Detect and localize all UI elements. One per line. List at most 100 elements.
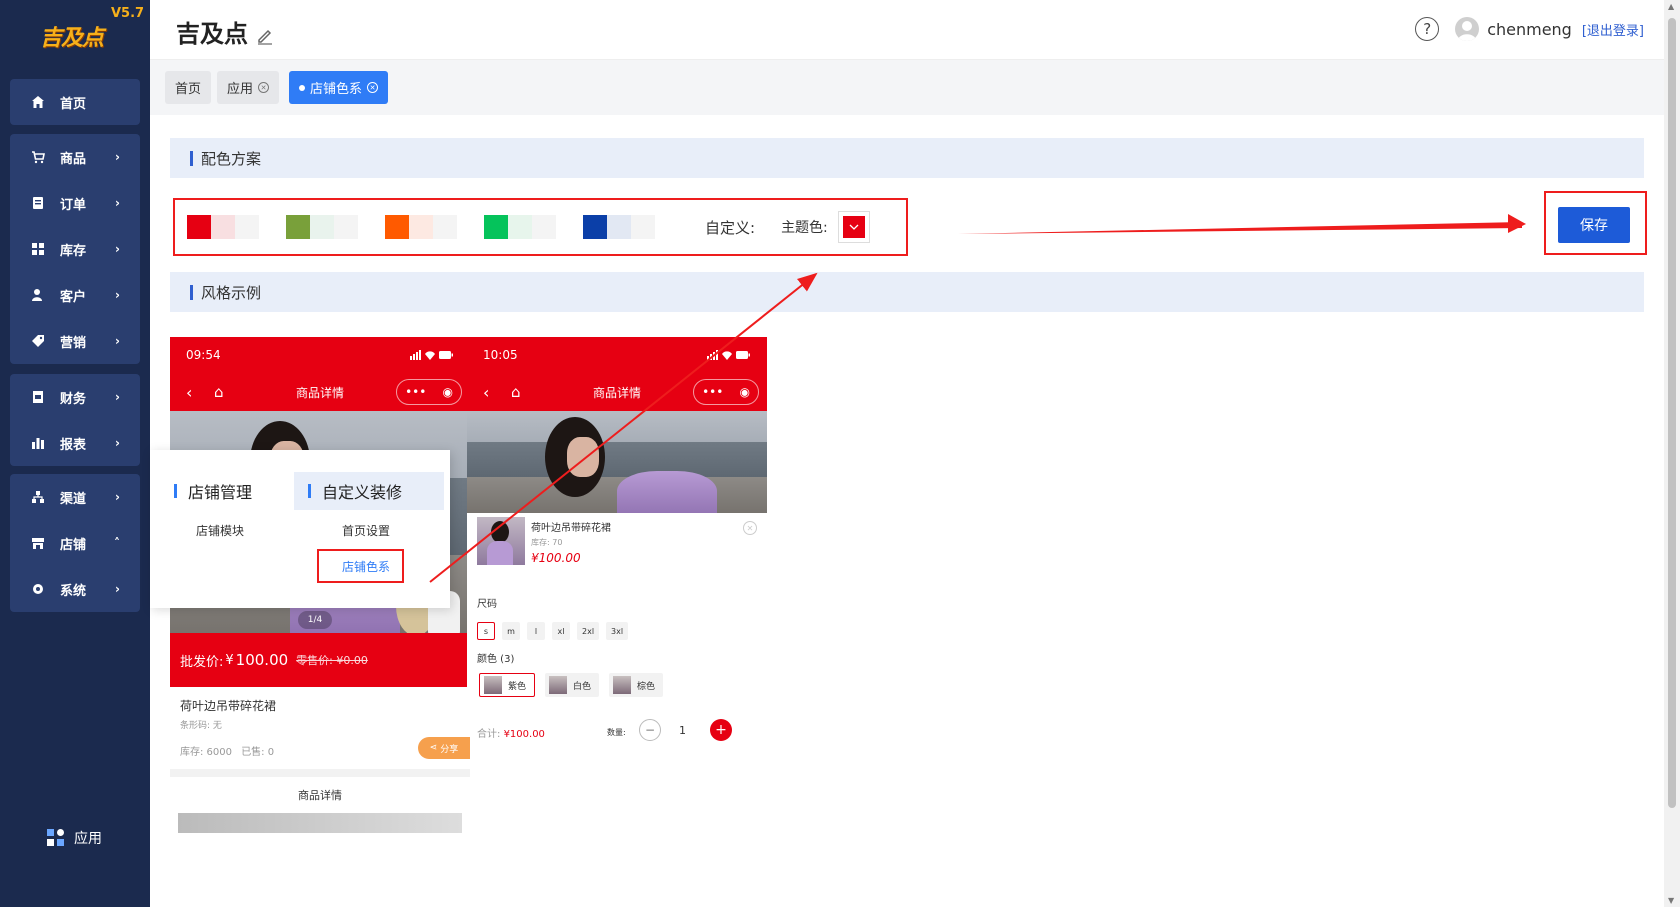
nav-group-finance: 财务 › 报表 › <box>10 374 140 466</box>
size-option[interactable]: l <box>527 622 545 640</box>
top-header: 吉及点 ? chenmeng [退出登录] <box>150 0 1664 60</box>
chevron-right-icon: › <box>115 436 120 450</box>
total-value: ¥100.00 <box>503 729 545 740</box>
close-icon[interactable]: ✕ <box>743 521 757 535</box>
submenu-column-store-management: 店铺管理 店铺模块 <box>160 472 290 539</box>
mini-program-capsule[interactable]: ••• ◉ <box>396 379 462 405</box>
apps-label: 应用 <box>74 831 102 847</box>
sidebar: 吉及点 V5.7 首页 商品 › 订单 › 库存 › 客户 › 营销 › 财务 … <box>0 0 150 907</box>
tab-apps[interactable]: 应用 ✕ <box>217 71 280 104</box>
chevron-right-icon: › <box>115 288 120 302</box>
section-title: 配色方案 <box>201 149 262 168</box>
swatch <box>583 215 607 239</box>
store-color-highlight <box>317 549 404 583</box>
close-icon[interactable]: ✕ <box>367 82 379 93</box>
photo-face <box>567 437 599 477</box>
wholesale-label: 批发价: <box>180 654 224 670</box>
sidebar-item-marketing[interactable]: 营销 › <box>10 318 140 364</box>
stock-line: 库存: 6000 已售: 0 ⋖ 分享 <box>170 731 470 761</box>
section-title: 风格示例 <box>201 283 262 302</box>
sidebar-item-reports[interactable]: 报表 › <box>10 420 140 466</box>
sidebar-apps-button[interactable]: 应用 <box>46 828 102 848</box>
sidebar-item-customers[interactable]: 客户 › <box>10 272 140 318</box>
help-icon[interactable]: ? <box>1415 17 1440 41</box>
target-icon[interactable]: ◉ <box>442 385 452 399</box>
scroll-up-icon[interactable]: ▲ <box>1668 2 1674 11</box>
submenu-item-store-modules[interactable]: 店铺模块 <box>160 510 290 539</box>
color-option[interactable]: 白色 <box>545 673 600 697</box>
image-counter: 1/4 <box>298 611 332 629</box>
save-highlight: 保存 <box>1544 191 1647 255</box>
share-button[interactable]: ⋖ 分享 <box>418 737 470 759</box>
wallet-icon <box>30 389 46 405</box>
product-name: 荷叶边吊带碎花裙 <box>180 699 277 713</box>
submenu-item-homepage-settings[interactable]: 首页设置 <box>294 510 444 539</box>
swatch-group-emerald[interactable] <box>484 215 556 239</box>
sidebar-item-label: 商品 <box>60 151 87 167</box>
theme-color-picker[interactable] <box>837 211 870 243</box>
barcode: 条形码: 无 <box>180 721 222 731</box>
target-icon[interactable]: ◉ <box>739 385 749 399</box>
sidebar-item-inventory[interactable]: 库存 › <box>10 226 140 272</box>
version-label: V5.7 <box>111 6 145 21</box>
size-option[interactable]: 2xl <box>577 622 600 640</box>
color-option-label: 棕色 <box>637 681 656 692</box>
username: chenmeng <box>1487 19 1572 39</box>
sidebar-item-channels[interactable]: 渠道 › <box>10 474 140 520</box>
more-icon[interactable]: ••• <box>405 385 426 399</box>
swatch <box>310 215 334 239</box>
tab-label: 应用 <box>227 82 254 97</box>
tab-home[interactable]: 首页 <box>165 71 212 104</box>
sidebar-item-home[interactable]: 首页 <box>10 79 140 125</box>
swatch <box>409 215 433 239</box>
sidebar-item-system[interactable]: 系统 › <box>10 566 140 612</box>
size-option[interactable]: xl <box>552 622 570 640</box>
sidebar-item-goods[interactable]: 商品 › <box>10 134 140 180</box>
color-option[interactable]: 紫色 <box>479 673 536 697</box>
increment-button[interactable]: + <box>710 719 732 741</box>
more-icon[interactable]: ••• <box>702 385 723 399</box>
close-icon[interactable]: ✕ <box>258 82 270 93</box>
size-option[interactable]: m <box>502 622 520 640</box>
swatch <box>484 215 508 239</box>
sidebar-item-orders[interactable]: 订单 › <box>10 180 140 226</box>
scroll-down-icon[interactable]: ▼ <box>1668 896 1674 905</box>
color-label: 颜色 (3) <box>477 654 515 665</box>
sidebar-item-label: 库存 <box>60 243 87 259</box>
nav-group-business: 商品 › 订单 › 库存 › 客户 › 营销 › <box>10 134 140 364</box>
retail-price: 零售价: ¥0.00 <box>296 654 368 667</box>
size-option[interactable]: s <box>477 622 495 640</box>
swatch <box>532 215 556 239</box>
photo-sea <box>467 441 767 478</box>
mini-program-capsule[interactable]: ••• ◉ <box>693 379 759 405</box>
quantity-value[interactable]: 1 <box>679 724 686 737</box>
size-option[interactable]: 3xl <box>606 622 629 640</box>
size-label: 尺码 <box>477 599 497 610</box>
chevron-right-icon: › <box>115 196 120 210</box>
swatch-group-orange[interactable] <box>385 215 457 239</box>
sidebar-item-label: 店铺 <box>60 537 87 553</box>
color-option[interactable]: 棕色 <box>609 673 664 697</box>
save-button[interactable]: 保存 <box>1558 207 1630 243</box>
avatar[interactable] <box>1455 17 1480 41</box>
detail-title: 商品详情 <box>298 789 342 802</box>
decrement-button[interactable]: − <box>639 719 661 741</box>
swatch-group-blue[interactable] <box>583 215 655 239</box>
thumb-dress <box>487 541 513 565</box>
swatch-group-red[interactable] <box>187 215 259 239</box>
submenu-heading: 店铺管理 <box>160 472 290 510</box>
swatch <box>286 215 310 239</box>
page-scrollbar[interactable]: ▲ ▼ <box>1664 0 1680 907</box>
quantity-label: 数量: <box>607 728 626 737</box>
sidebar-item-finance[interactable]: 财务 › <box>10 374 140 420</box>
swatch-group-green[interactable] <box>286 215 358 239</box>
scrollbar-thumb[interactable] <box>1668 18 1676 808</box>
preview-product-detail: 09:54 ‹ ⌂ 商品详情 ••• ◉ 1/4 批发价: ¥ 100.00 零… <box>170 337 470 907</box>
color-option-label: 紫色 <box>508 681 527 692</box>
sidebar-item-label: 财务 <box>60 391 87 407</box>
chevron-right-icon: › <box>115 490 120 504</box>
logout-link[interactable]: [退出登录] <box>1582 20 1644 39</box>
tab-store-color[interactable]: 店铺色系 ✕ <box>289 71 389 104</box>
sidebar-item-store[interactable]: 店铺 ˄ <box>10 520 140 566</box>
edit-icon[interactable] <box>256 23 274 45</box>
